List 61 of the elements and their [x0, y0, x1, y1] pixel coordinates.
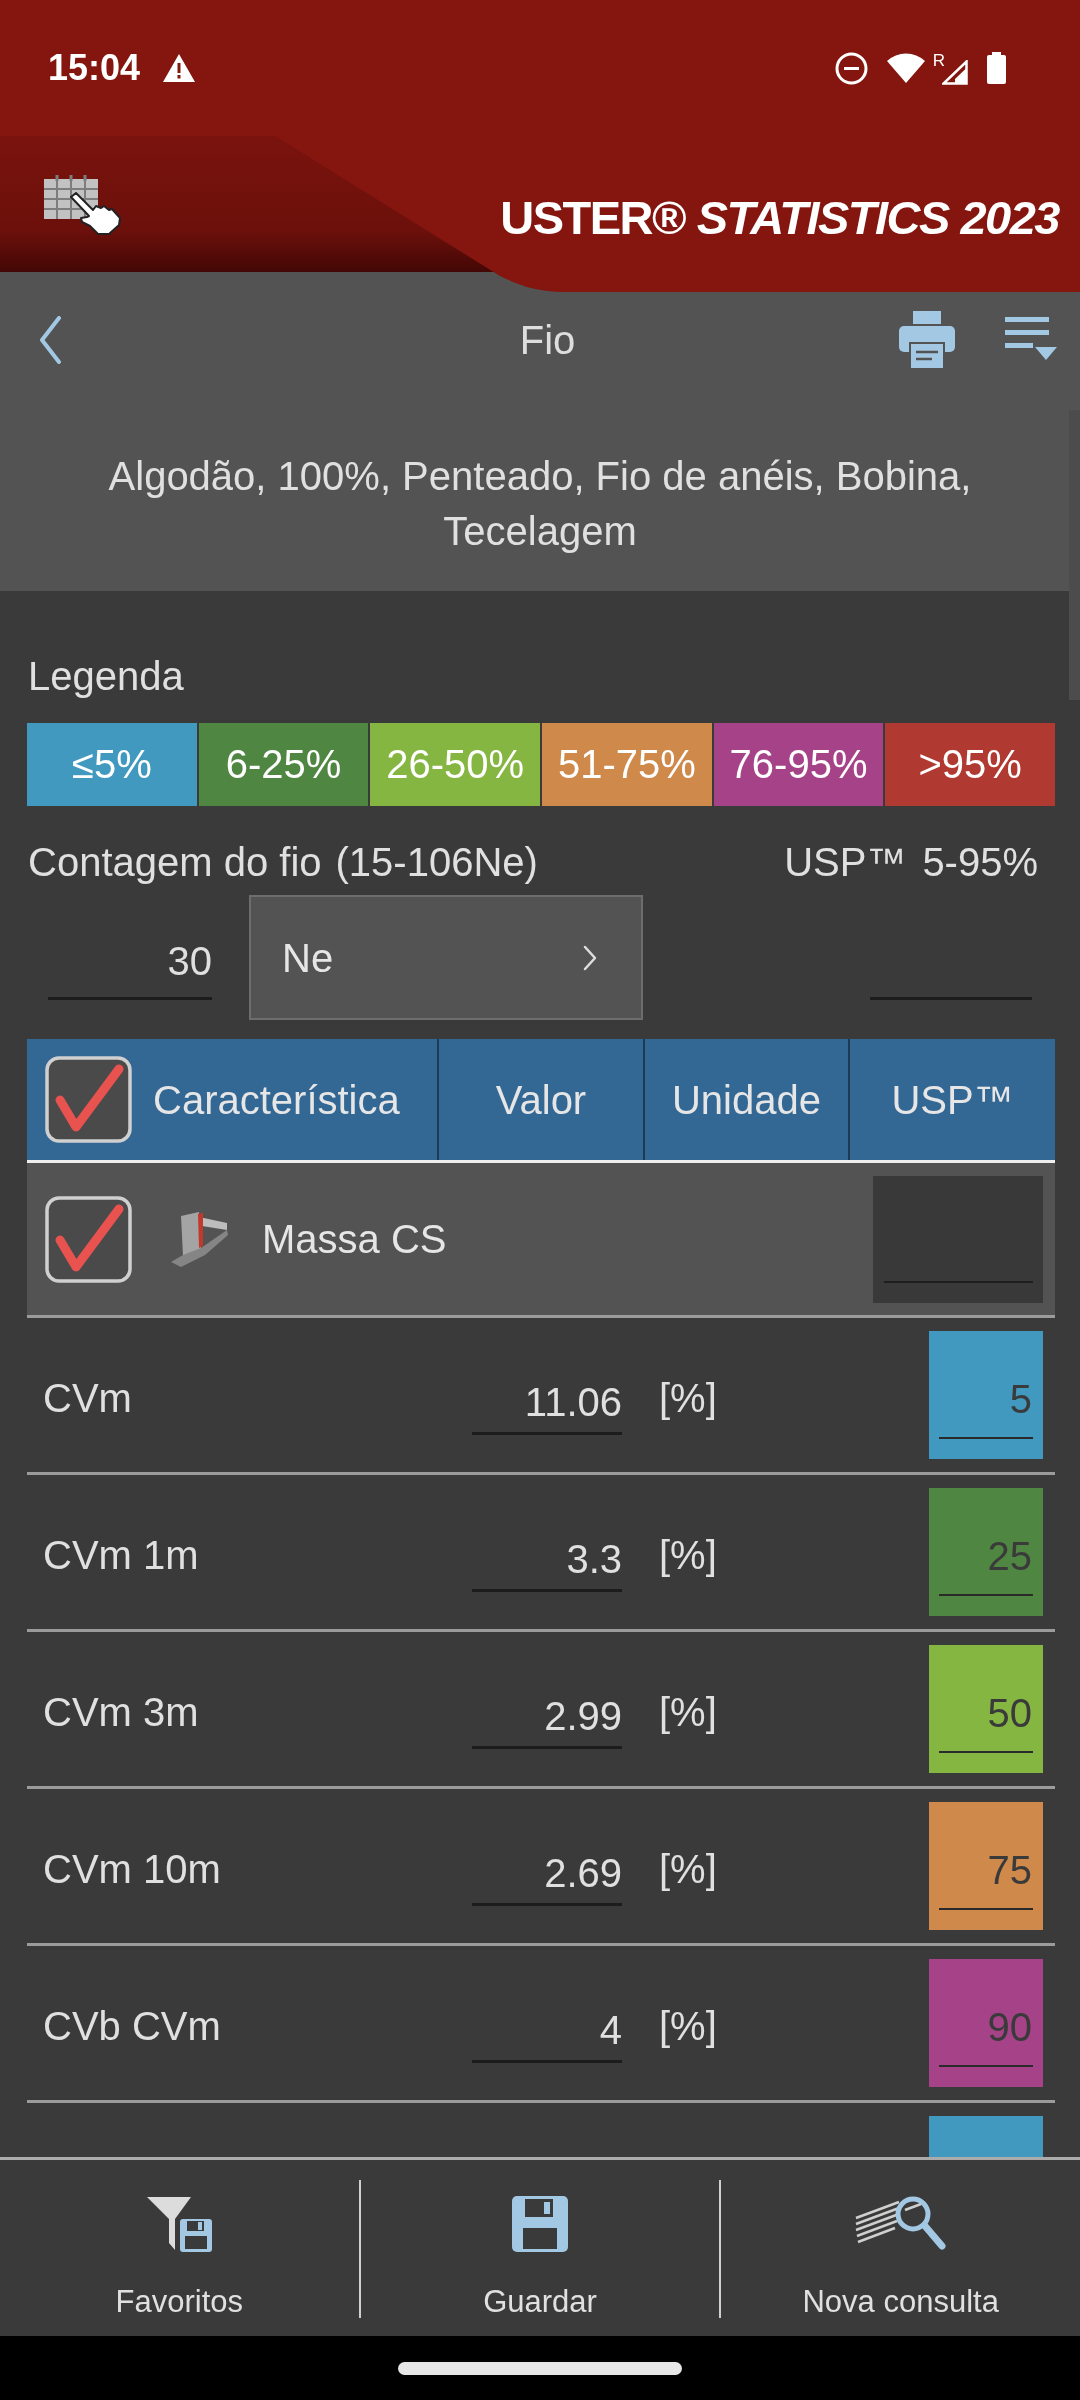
- signal-icon: [942, 59, 968, 85]
- unit-label: [%]: [659, 2003, 717, 2050]
- warning-icon: [162, 53, 197, 83]
- usp-field[interactable]: 50: [929, 1645, 1043, 1773]
- count-input-field[interactable]: 30: [48, 925, 212, 1000]
- page-title: Fio: [519, 316, 576, 364]
- unit-button[interactable]: Ne: [249, 895, 643, 1020]
- battery-icon: [986, 52, 1007, 84]
- unit-label: [%]: [659, 1846, 717, 1893]
- column-header: Valor: [439, 1039, 643, 1160]
- value-field[interactable]: 3.3: [472, 1528, 622, 1592]
- app-title: USTER® STATISTICS 2023: [500, 189, 1059, 246]
- column-header: USP™: [850, 1039, 1055, 1160]
- legend-item: 76-95%: [713, 723, 884, 806]
- usp-field[interactable]: [873, 1175, 1043, 1303]
- wifi-icon: [885, 52, 926, 84]
- legend-item: >95%: [885, 723, 1056, 806]
- characteristic-name: CVm 10m: [42, 1846, 222, 1893]
- group-row[interactable]: Massa CS: [27, 1163, 1055, 1318]
- unit-label: [%]: [659, 1689, 717, 1736]
- count-range: (15-106Ne): [335, 839, 538, 886]
- legend-item: ≤5%: [27, 723, 197, 806]
- checkbox[interactable]: [45, 1056, 132, 1143]
- legend-title: Legenda: [28, 653, 185, 700]
- subtitle: Algodão, 100%, Penteado, Fio de anéis, Bobina, Tecelagem: [0, 395, 1080, 591]
- value-field[interactable]: 2.99: [472, 1685, 622, 1749]
- column-header: Característica: [153, 1076, 400, 1124]
- legend-item: 6-25%: [198, 723, 369, 806]
- module-icon: [169, 1210, 229, 1268]
- column-header: Unidade: [645, 1039, 848, 1160]
- chevron-icon: [583, 944, 597, 971]
- usp-field[interactable]: 75: [929, 1802, 1043, 1930]
- usp-range: 5-95%: [922, 839, 1038, 886]
- value-field[interactable]: 2.69: [472, 1842, 622, 1906]
- characteristic-name: CVb CVm: [42, 2003, 222, 2050]
- checkbox[interactable]: [45, 1195, 132, 1283]
- toolbar-button[interactable]: Favoritos: [0, 2160, 359, 2336]
- legend-item: 51-75%: [542, 723, 712, 806]
- characteristic-name: CVm 3m: [42, 1689, 200, 1736]
- unit-label: [%]: [659, 1375, 717, 1422]
- value-field[interactable]: 11.06: [472, 1371, 622, 1435]
- group-name: Massa CS: [262, 1216, 447, 1263]
- characteristic-name: CVm: [42, 1375, 133, 1422]
- legend-item: 26-50%: [370, 723, 540, 806]
- usp-field[interactable]: [929, 2116, 1043, 2157]
- status-time: 15:04: [48, 48, 141, 88]
- toolbar-button[interactable]: Guardar: [360, 2160, 720, 2336]
- toolbar-button[interactable]: Nova consulta: [721, 2160, 1080, 2336]
- grid-pointer-icon[interactable]: [43, 173, 123, 235]
- printer-icon[interactable]: [899, 311, 955, 368]
- characteristic-name: CVm 1m: [42, 1532, 200, 1579]
- usp-field[interactable]: 5: [929, 1331, 1043, 1459]
- count-label: Contagem do fio: [28, 839, 322, 886]
- roaming-indicator: R: [932, 51, 945, 69]
- back-icon[interactable]: [38, 315, 62, 364]
- unit-label: [%]: [659, 1532, 717, 1579]
- funnel-floppy-icon: [146, 2197, 212, 2252]
- usp-label: USP™: [784, 839, 907, 886]
- do-not-disturb-icon: [834, 51, 868, 85]
- value-field[interactable]: 4: [472, 1999, 622, 2063]
- list-menu-icon[interactable]: [1005, 317, 1057, 362]
